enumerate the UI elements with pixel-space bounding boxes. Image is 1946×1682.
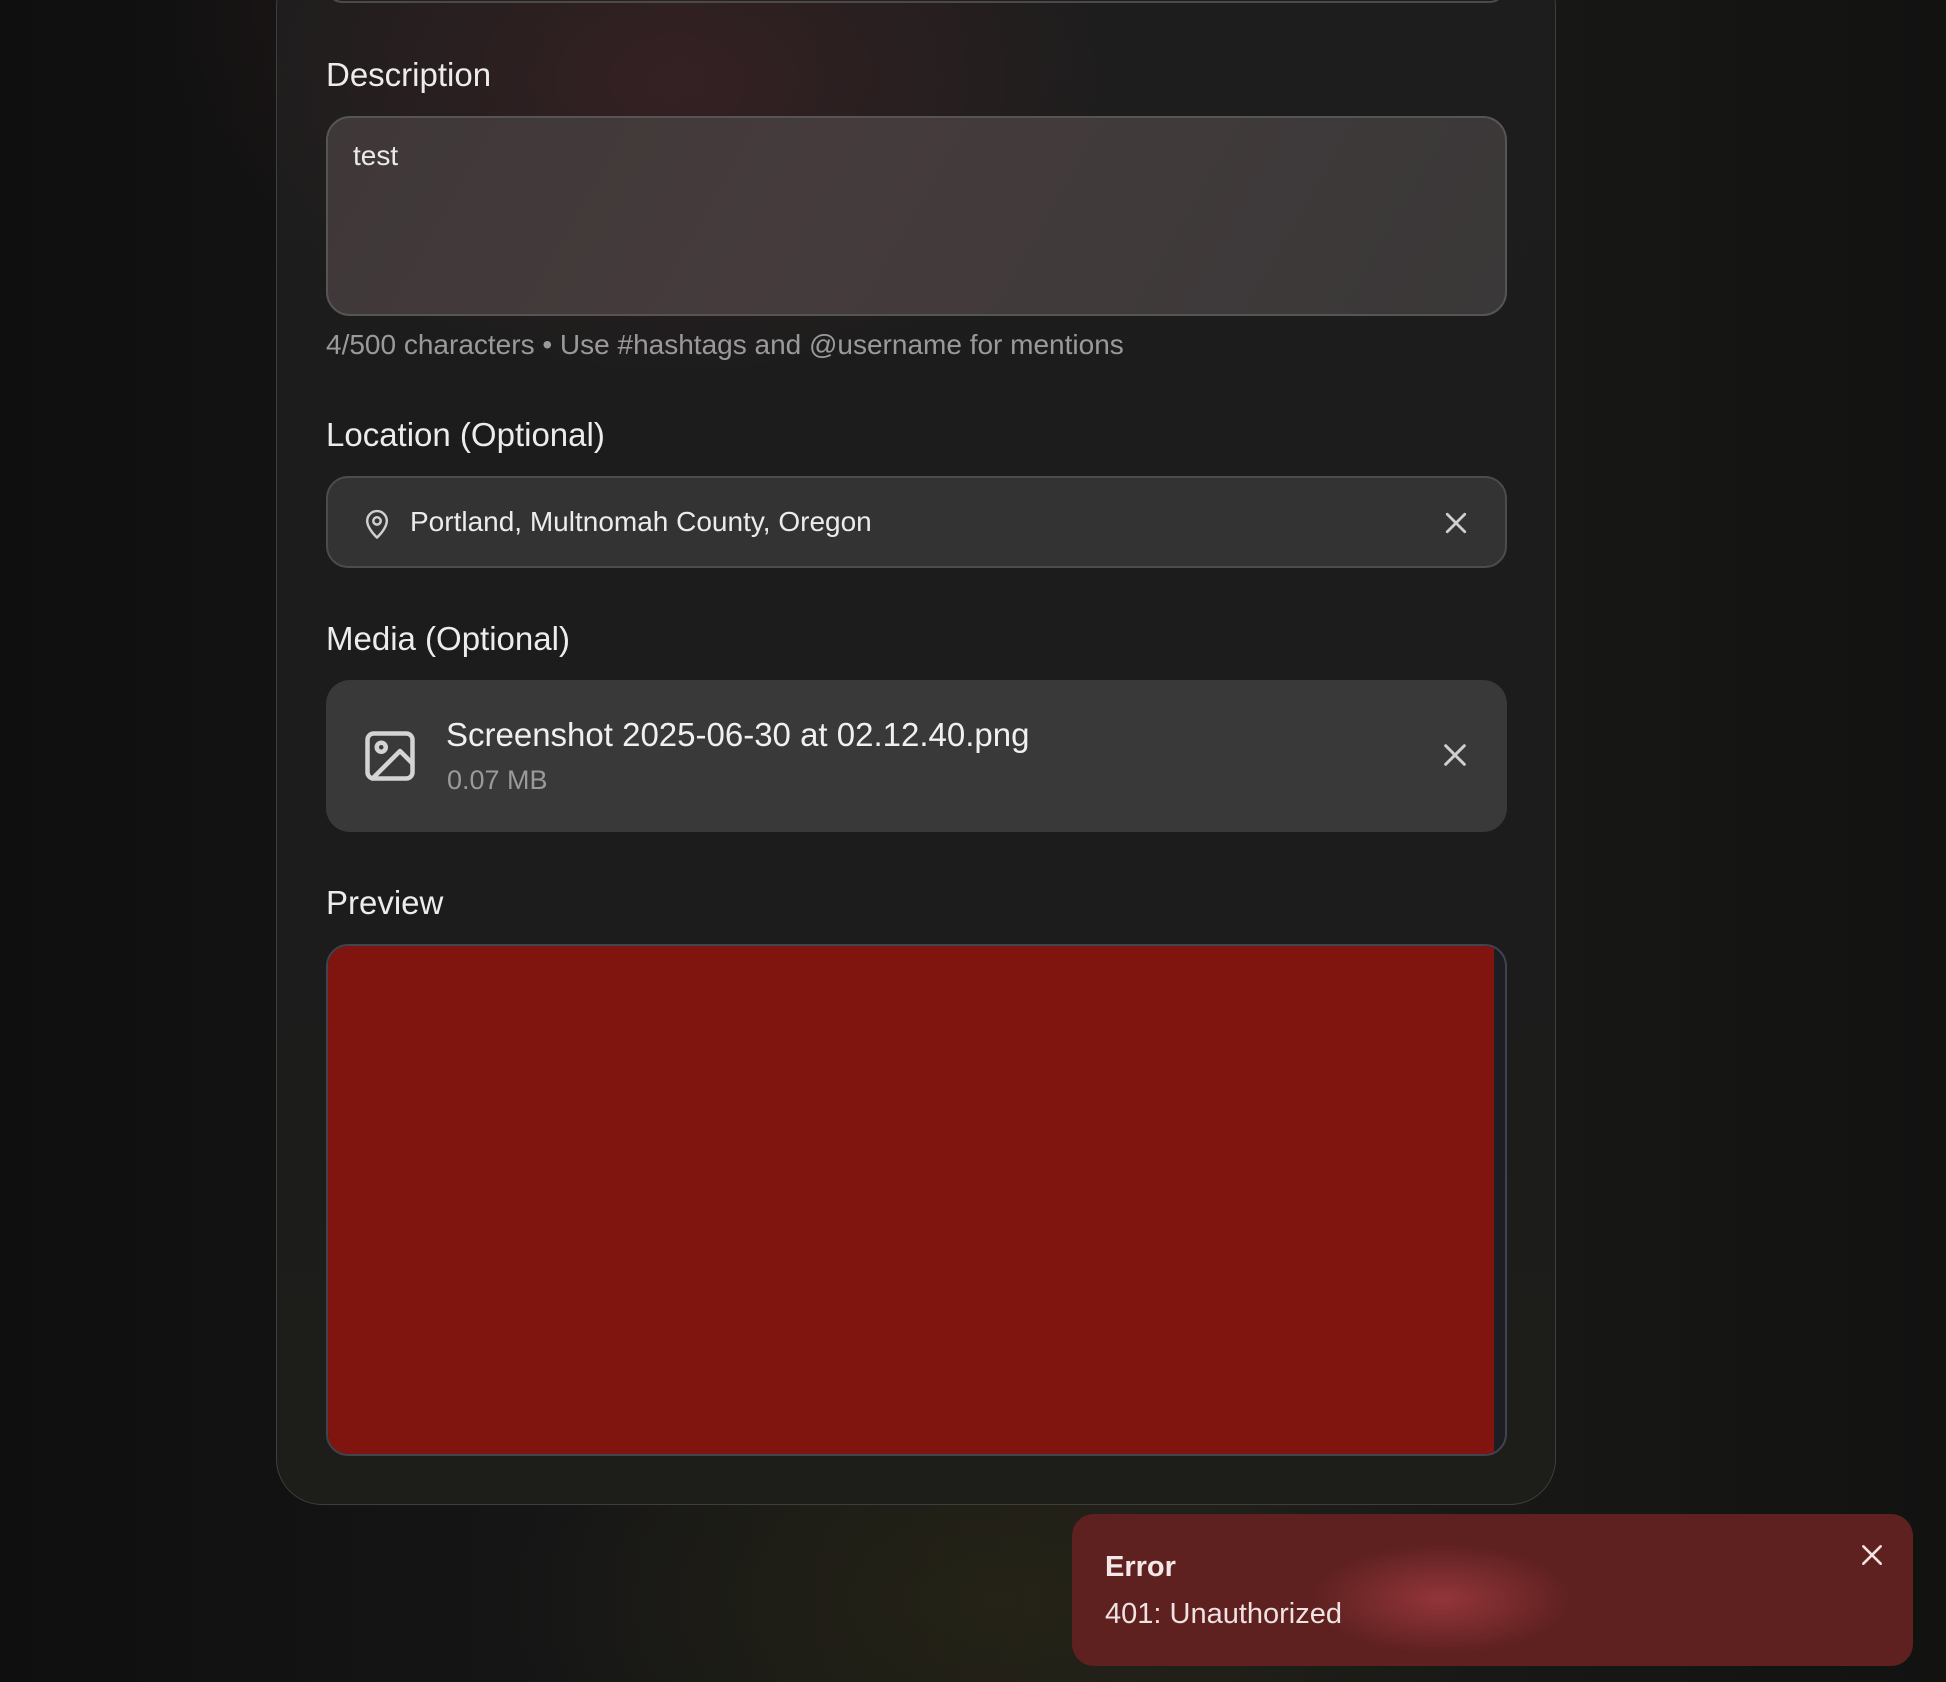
map-pin-icon — [365, 509, 389, 539]
error-toast: Error 401: Unauthorized — [1072, 1514, 1913, 1666]
description-label: Description — [326, 56, 492, 93]
location-field[interactable]: Portland, Multnomah County, Oregon — [326, 476, 1507, 568]
close-icon[interactable] — [1859, 1542, 1885, 1568]
location-label: Location (Optional) — [326, 416, 605, 453]
close-icon[interactable] — [1439, 739, 1471, 771]
previous-field-edge[interactable] — [326, 0, 1506, 3]
description-textarea[interactable]: test — [326, 116, 1507, 316]
image-icon — [365, 731, 415, 781]
location-value: Portland, Multnomah County, Oregon — [410, 506, 872, 537]
media-label: Media (Optional) — [326, 620, 570, 657]
preview-label: Preview — [326, 884, 444, 921]
preview-image — [328, 946, 1494, 1454]
toast-message: 401: Unauthorized — [1105, 1598, 1342, 1630]
close-icon[interactable] — [1441, 508, 1471, 538]
media-file-size: 0.07 MB — [447, 765, 548, 795]
description-helper-text: 4/500 characters • Use #hashtags and @us… — [326, 329, 1124, 360]
media-preview — [326, 944, 1507, 1456]
media-file-name: Screenshot 2025-06-30 at 02.12.40.png — [446, 716, 1030, 753]
media-attachment: Screenshot 2025-06-30 at 02.12.40.png 0.… — [326, 680, 1507, 832]
toast-title: Error — [1105, 1551, 1176, 1583]
